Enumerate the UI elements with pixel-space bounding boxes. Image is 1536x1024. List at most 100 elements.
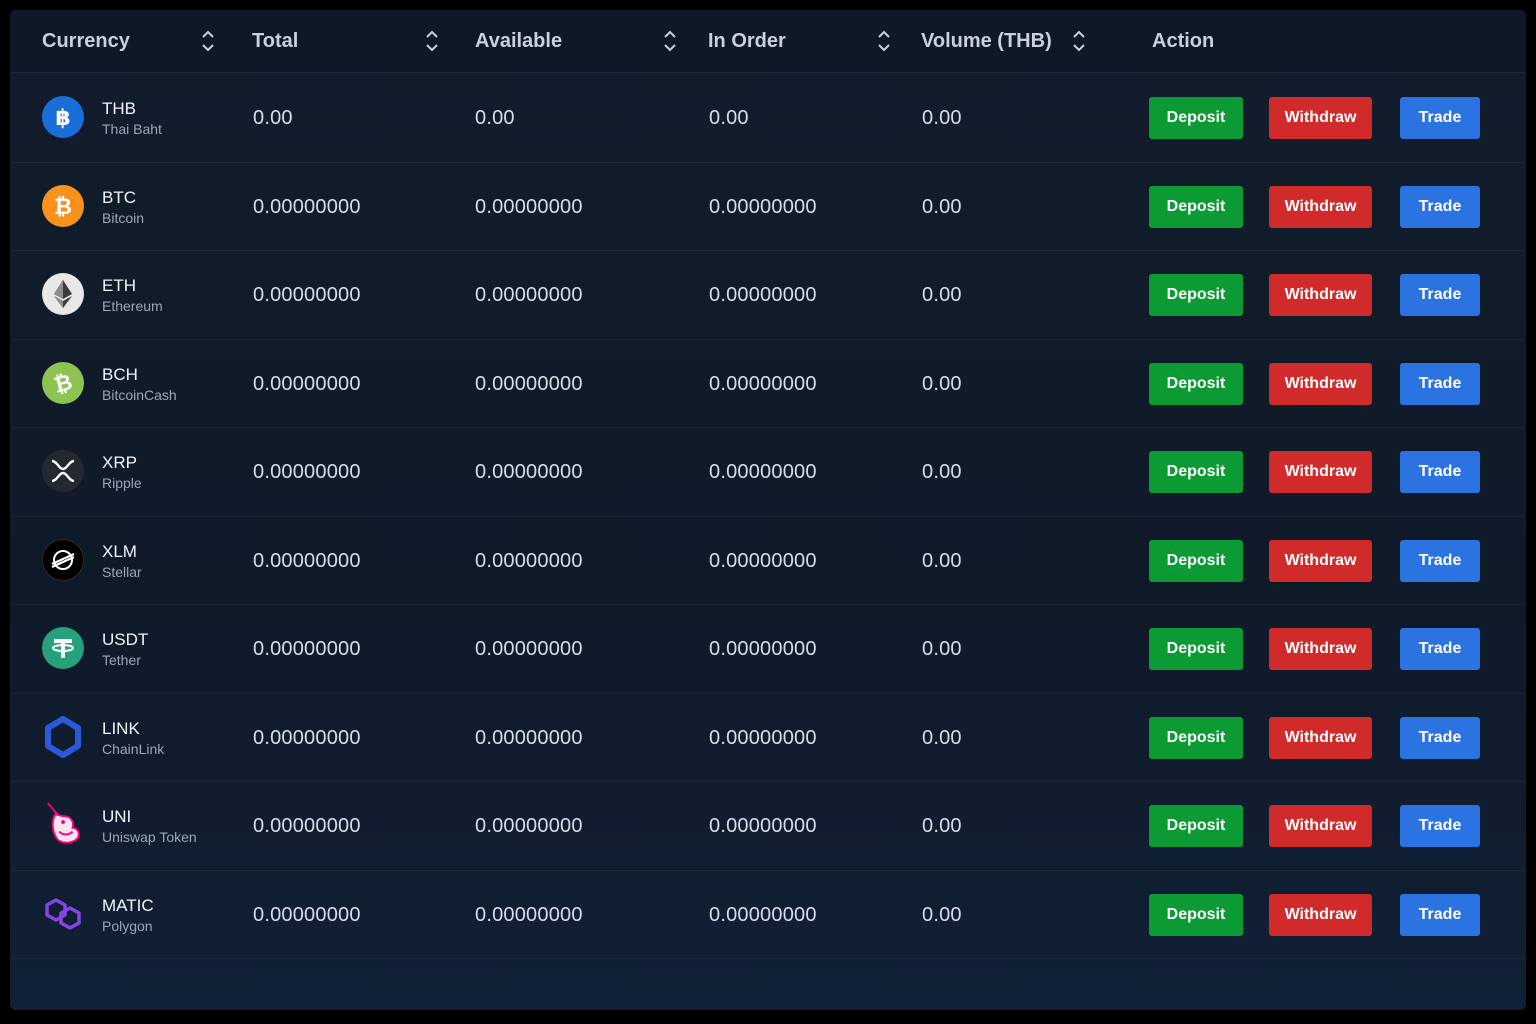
in-order-value: 0.00000000 [709,549,817,572]
deposit-button[interactable]: Deposit [1149,539,1243,582]
withdraw-button[interactable]: Withdraw [1269,716,1372,759]
column-header-action: Action [1152,30,1215,52]
table-row: USDT Tether 0.00000000 0.00000000 0.0000… [10,605,1526,694]
chainlink-icon [42,715,84,758]
currency-name: Stellar [102,563,142,580]
available-value: 0.00000000 [475,726,583,749]
withdraw-button[interactable]: Withdraw [1269,805,1372,847]
svg-text:₿: ₿ [54,195,72,219]
table-row: ₿ BTC Bitcoin 0.00000000 0.00000000 0.00… [10,163,1526,251]
total-value: 0.00000000 [253,726,361,749]
deposit-button[interactable]: Deposit [1149,97,1243,139]
column-header-in-order[interactable]: In Order [708,10,786,73]
currency-symbol: ETH [102,276,136,295]
volume-value: 0.00 [922,284,962,306]
trade-button[interactable]: Trade [1400,274,1480,316]
currency-symbol: USDT [102,630,149,649]
withdraw-button[interactable]: Withdraw [1269,97,1372,139]
withdraw-button[interactable]: Withdraw [1269,539,1372,582]
column-header-total[interactable]: Total [252,10,298,73]
trade-button[interactable]: Trade [1400,805,1480,847]
trade-button[interactable]: Trade [1400,97,1480,139]
in-order-value: 0.00000000 [709,903,817,926]
volume-value: 0.00 [922,372,962,395]
currency-name: Ripple [102,475,142,491]
deposit-button[interactable]: Deposit [1149,716,1243,759]
withdraw-button[interactable]: Withdraw [1269,185,1372,228]
withdraw-button[interactable]: Withdraw [1269,274,1372,316]
ethereum-icon [42,273,84,315]
volume-value: 0.00 [922,815,962,837]
deposit-button[interactable]: Deposit [1149,451,1243,493]
in-order-value: 0.00000000 [709,195,817,218]
available-value: 0.00000000 [475,461,583,483]
in-order-value: 0.00000000 [709,284,817,306]
volume-value: 0.00 [922,638,962,660]
total-value: 0.00000000 [253,903,361,926]
table-header: Currency Total Available In Order Volume… [10,10,1526,73]
svg-text:₿: ₿ [51,370,75,396]
withdraw-button[interactable]: Withdraw [1269,893,1372,936]
table-row: XLM Stellar 0.00000000 0.00000000 0.0000… [10,517,1526,605]
svg-text:฿: ฿ [55,106,70,130]
trade-button[interactable]: Trade [1400,451,1480,493]
ripple-icon [42,450,84,492]
deposit-button[interactable]: Deposit [1149,185,1243,228]
in-order-value: 0.00 [709,107,749,129]
volume-value: 0.00 [922,195,962,218]
withdraw-button[interactable]: Withdraw [1269,628,1372,670]
column-header-currency[interactable]: Currency [42,10,130,73]
trade-button[interactable]: Trade [1400,628,1480,670]
volume-value: 0.00 [922,903,962,926]
available-value: 0.00000000 [475,638,583,660]
deposit-button[interactable]: Deposit [1149,628,1243,670]
table-row: LINK ChainLink 0.00000000 0.00000000 0.0… [10,694,1526,782]
sort-icon[interactable] [425,28,439,54]
uniswap-icon [42,798,84,848]
currency-name: Tether [102,652,141,668]
total-value: 0.00000000 [253,195,361,218]
withdraw-button[interactable]: Withdraw [1269,451,1372,493]
deposit-button[interactable]: Deposit [1149,893,1243,936]
currency-symbol: BTC [102,187,136,207]
currency-symbol: BCH [102,364,138,384]
sort-icon[interactable] [877,28,891,54]
available-value: 0.00000000 [475,284,583,306]
currency-symbol: UNI [102,807,132,826]
currency-name: Ethereum [102,298,163,314]
currency-symbol: THB [102,99,136,118]
total-value: 0.00000000 [253,461,361,483]
currency-name: Uniswap Token [102,829,197,845]
trade-button[interactable]: Trade [1400,185,1480,228]
deposit-button[interactable]: Deposit [1149,274,1243,316]
total-value: 0.00000000 [253,284,361,306]
available-value: 0.00000000 [475,815,583,837]
table-row: ₿ BCH BitcoinCash 0.00000000 0.00000000 … [10,340,1526,428]
sort-icon[interactable] [1072,28,1086,54]
column-header-available[interactable]: Available [475,10,562,73]
currency-name: ChainLink [102,740,165,757]
currency-symbol: XLM [102,541,137,561]
deposit-button[interactable]: Deposit [1149,362,1243,405]
stellar-icon [42,538,84,581]
wallet-balance-table: Currency Total Available In Order Volume… [10,10,1526,1010]
currency-symbol: LINK [102,718,140,738]
table-row: ETH Ethereum 0.00000000 0.00000000 0.000… [10,251,1526,340]
available-value: 0.00000000 [475,549,583,572]
table-row: ฿ THB Thai Baht 0.00 0.00 0.00 0.00 Depo… [10,74,1526,163]
trade-button[interactable]: Trade [1400,362,1480,405]
trade-button[interactable]: Trade [1400,539,1480,582]
available-value: 0.00000000 [475,372,583,395]
trade-button[interactable]: Trade [1400,893,1480,936]
trade-button[interactable]: Trade [1400,716,1480,759]
volume-value: 0.00 [922,461,962,483]
sort-icon[interactable] [201,28,215,54]
column-header-volume[interactable]: Volume (THB) [921,10,1052,73]
available-value: 0.00000000 [475,903,583,926]
deposit-button[interactable]: Deposit [1149,805,1243,847]
volume-value: 0.00 [922,107,962,129]
sort-icon[interactable] [663,28,677,54]
withdraw-button[interactable]: Withdraw [1269,362,1372,405]
currency-name: Thai Baht [102,121,162,137]
in-order-value: 0.00000000 [709,372,817,395]
